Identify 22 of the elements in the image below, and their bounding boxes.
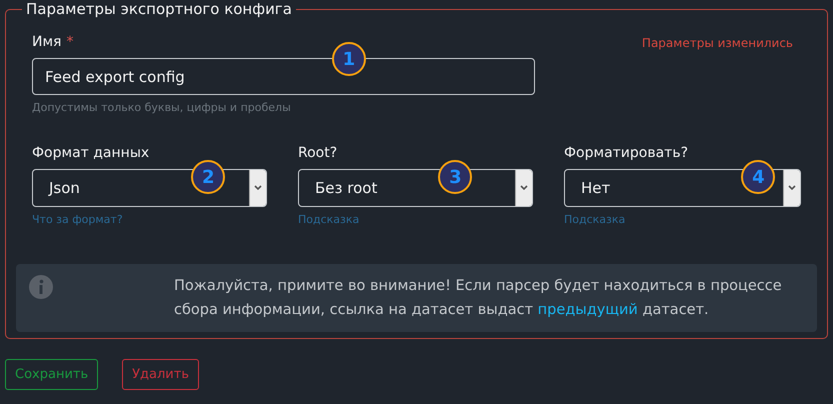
number-badge: 3 — [438, 160, 472, 194]
field-hint: Допустимы только буквы, цифры и пробелы — [32, 101, 292, 114]
number-badge: 1 — [332, 42, 366, 76]
info-icon — [28, 274, 54, 300]
delete-button[interactable]: Удалить — [122, 359, 199, 390]
notice-text: Пожалуйста, примите во внимание! Если парсер будет находиться в процессе сбора информации, ссылка на датасет выдаст предыдущий датасет. — [174, 277, 783, 320]
number-badge: 4 — [741, 160, 776, 194]
field-label: Форматировать? — [564, 145, 688, 161]
changed-warning: Параметры изменились — [642, 36, 793, 50]
field-label: Root? — [298, 145, 338, 161]
panel-title: Параметры экспортного конфига — [25, 0, 293, 18]
chevron-icon — [788, 185, 796, 191]
field-label: Формат данных — [32, 145, 150, 161]
hint-link[interactable]: Что за формат? — [32, 213, 267, 226]
hint-link[interactable]: Подсказка — [564, 213, 801, 226]
chevron-icon — [520, 185, 528, 191]
hint-link[interactable]: Подсказка — [298, 213, 533, 226]
chevron-icon — [254, 185, 262, 191]
notice-link[interactable]: предыдущий — [538, 302, 638, 318]
field-label: Имя * — [32, 34, 74, 50]
number-badge: 2 — [191, 160, 226, 194]
save-button[interactable]: Сохранить — [5, 359, 98, 390]
